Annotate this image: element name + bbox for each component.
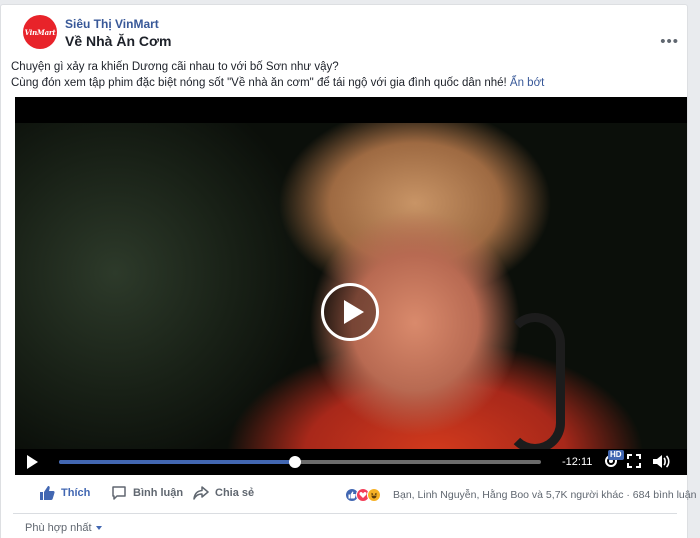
video-controls: -12:11 HD (15, 449, 687, 475)
post-text-line-2: Cùng đón xem tập phim đặc biệt nóng sốt … (11, 75, 681, 91)
video-player[interactable]: -12:11 HD (15, 97, 687, 475)
vinmart-logo: VinMart (24, 27, 56, 37)
reaction-summary[interactable]: Bạn, Linh Nguyễn, Hằng Boo và 5,7K người… (393, 489, 696, 501)
sort-label: Phù hợp nhất (25, 522, 92, 534)
haha-reaction-icon (367, 488, 381, 502)
share-button[interactable]: Chia sẻ (193, 485, 254, 501)
see-less-link[interactable]: Ẩn bớt (510, 77, 544, 89)
caret-down-icon (95, 526, 102, 530)
post-header: VinMart Siêu Thị VinMart Về Nhà Ăn Cơm •… (23, 15, 683, 55)
post-card: VinMart Siêu Thị VinMart Về Nhà Ăn Cơm •… (0, 4, 696, 538)
comment-button[interactable]: Bình luận (111, 485, 183, 501)
share-icon (193, 486, 209, 500)
comment-sort-dropdown[interactable]: Phù hợp nhất (25, 522, 102, 534)
comment-label: Bình luận (133, 487, 184, 499)
post-text-line-1: Chuyện gì xảy ra khiến Dương cãi nhau to… (11, 61, 339, 73)
page-name-link[interactable]: Siêu Thị VinMart (65, 17, 159, 31)
video-frame (15, 123, 687, 453)
post-title: Về Nhà Ăn Cơm (65, 33, 172, 49)
post-text-line-2-content: Cùng đón xem tập phim đặc biệt nóng sốt … (11, 77, 507, 89)
divider (13, 513, 677, 514)
progress-fill (59, 460, 296, 464)
like-button[interactable]: Thích (39, 485, 90, 501)
share-label: Chia sẻ (215, 487, 255, 499)
hd-badge: HD (608, 450, 624, 460)
comment-icon (112, 486, 126, 500)
progress-scrubber[interactable] (289, 456, 302, 468)
headphones-shape (505, 313, 565, 453)
like-label: Thích (61, 487, 91, 499)
play-icon[interactable] (27, 455, 38, 469)
time-remaining: -12:11 (562, 456, 593, 468)
more-options-icon[interactable]: ••• (660, 34, 679, 49)
fullscreen-icon[interactable] (627, 454, 641, 468)
thumbs-up-icon (40, 486, 55, 500)
post-text: Chuyện gì xảy ra khiến Dương cãi nhau to… (11, 59, 681, 91)
volume-icon[interactable] (651, 453, 671, 470)
progress-bar[interactable] (59, 456, 541, 468)
post-actions-bar: Thích Bình luận Chia sẻ Bạn, Linh Nguyễn… (23, 481, 696, 509)
play-overlay-button[interactable] (321, 283, 379, 341)
reaction-icons[interactable] (345, 488, 381, 502)
page-avatar[interactable]: VinMart (23, 15, 57, 49)
